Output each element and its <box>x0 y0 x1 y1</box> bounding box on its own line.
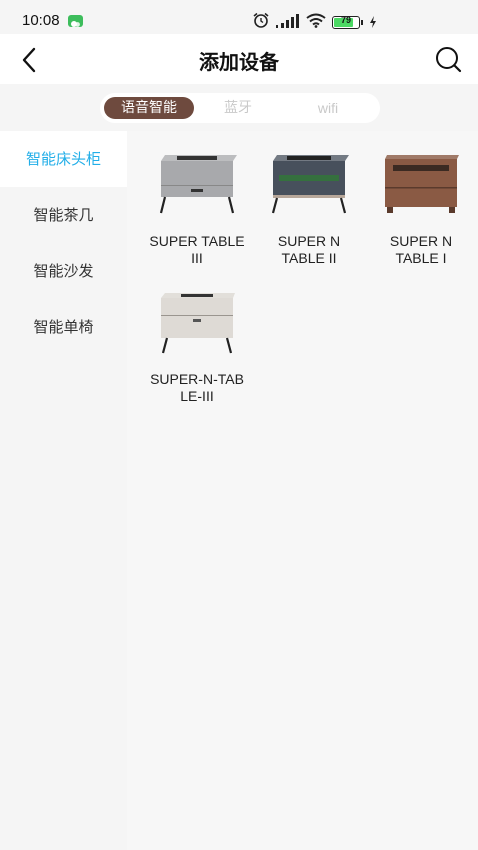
product-image-super-n-table-iii <box>161 293 235 354</box>
product-card-super-n-table-iii[interactable]: SUPER-N-TAB LE-III <box>139 269 255 404</box>
battery-icon: 79 <box>332 14 360 29</box>
status-bar: 10:08 79 <box>0 0 478 34</box>
product-name-line: TABLE I <box>395 250 447 266</box>
product-image-super-n-table-i <box>385 155 459 213</box>
product-name: SUPER-N-TAB LE-III <box>139 371 255 405</box>
product-name-line: LE-III <box>180 388 214 404</box>
product-name-line: TABLE II <box>281 250 337 266</box>
product-grid: SUPER TABLE III SUPER N TABLE II SUPER N… <box>127 131 478 850</box>
product-card-super-table-iii[interactable]: SUPER TABLE III <box>139 131 255 266</box>
product-name-line: SUPER TABLE <box>149 233 245 249</box>
tab-bluetooth[interactable]: 蓝牙 <box>206 97 270 119</box>
battery-cap <box>361 19 363 25</box>
sidebar-item-smart-nightstand[interactable]: 智能床头柜 <box>0 131 127 187</box>
sidebar-item-smart-sofa[interactable]: 智能沙发 <box>0 243 127 299</box>
tab-wifi[interactable]: wifi <box>296 97 360 119</box>
search-button[interactable] <box>432 44 464 76</box>
tab-voice-smart[interactable]: 语音智能 <box>104 97 194 119</box>
product-name-line: SUPER N <box>389 233 453 249</box>
product-image-super-table-iii <box>159 155 237 214</box>
nav-bar: 添加设备 <box>0 34 478 84</box>
sidebar-item-smart-coffee-table[interactable]: 智能茶几 <box>0 187 127 243</box>
product-name: SUPER N TABLE II <box>251 233 367 267</box>
status-time: 10:08 <box>22 12 60 29</box>
page-title: 添加设备 <box>199 50 279 74</box>
connection-type-tabs: 语音智能 蓝牙 wifi <box>100 93 380 123</box>
signal-icon <box>276 13 300 32</box>
search-icon <box>432 47 464 80</box>
product-card-super-n-table-i[interactable]: SUPER N TABLE I <box>363 131 478 266</box>
product-name-line: III <box>191 250 203 266</box>
wechat-icon <box>68 15 83 27</box>
product-card-super-n-table-ii[interactable]: SUPER N TABLE II <box>251 131 367 266</box>
status-icons: 79 <box>252 12 377 32</box>
wifi-icon <box>306 13 326 32</box>
product-image-super-n-table-ii <box>271 155 349 214</box>
battery-level-text: 79 <box>340 14 351 25</box>
product-name-line: SUPER-N-TAB <box>150 371 244 387</box>
product-name-line: SUPER N <box>277 233 341 249</box>
product-name: SUPER N TABLE I <box>363 233 478 267</box>
charging-icon <box>369 13 377 32</box>
product-name: SUPER TABLE III <box>139 233 255 267</box>
sidebar-item-smart-chair[interactable]: 智能单椅 <box>0 299 127 355</box>
category-sidebar: 智能床头柜 智能茶几 智能沙发 智能单椅 <box>0 131 127 850</box>
alarm-icon <box>252 12 270 32</box>
